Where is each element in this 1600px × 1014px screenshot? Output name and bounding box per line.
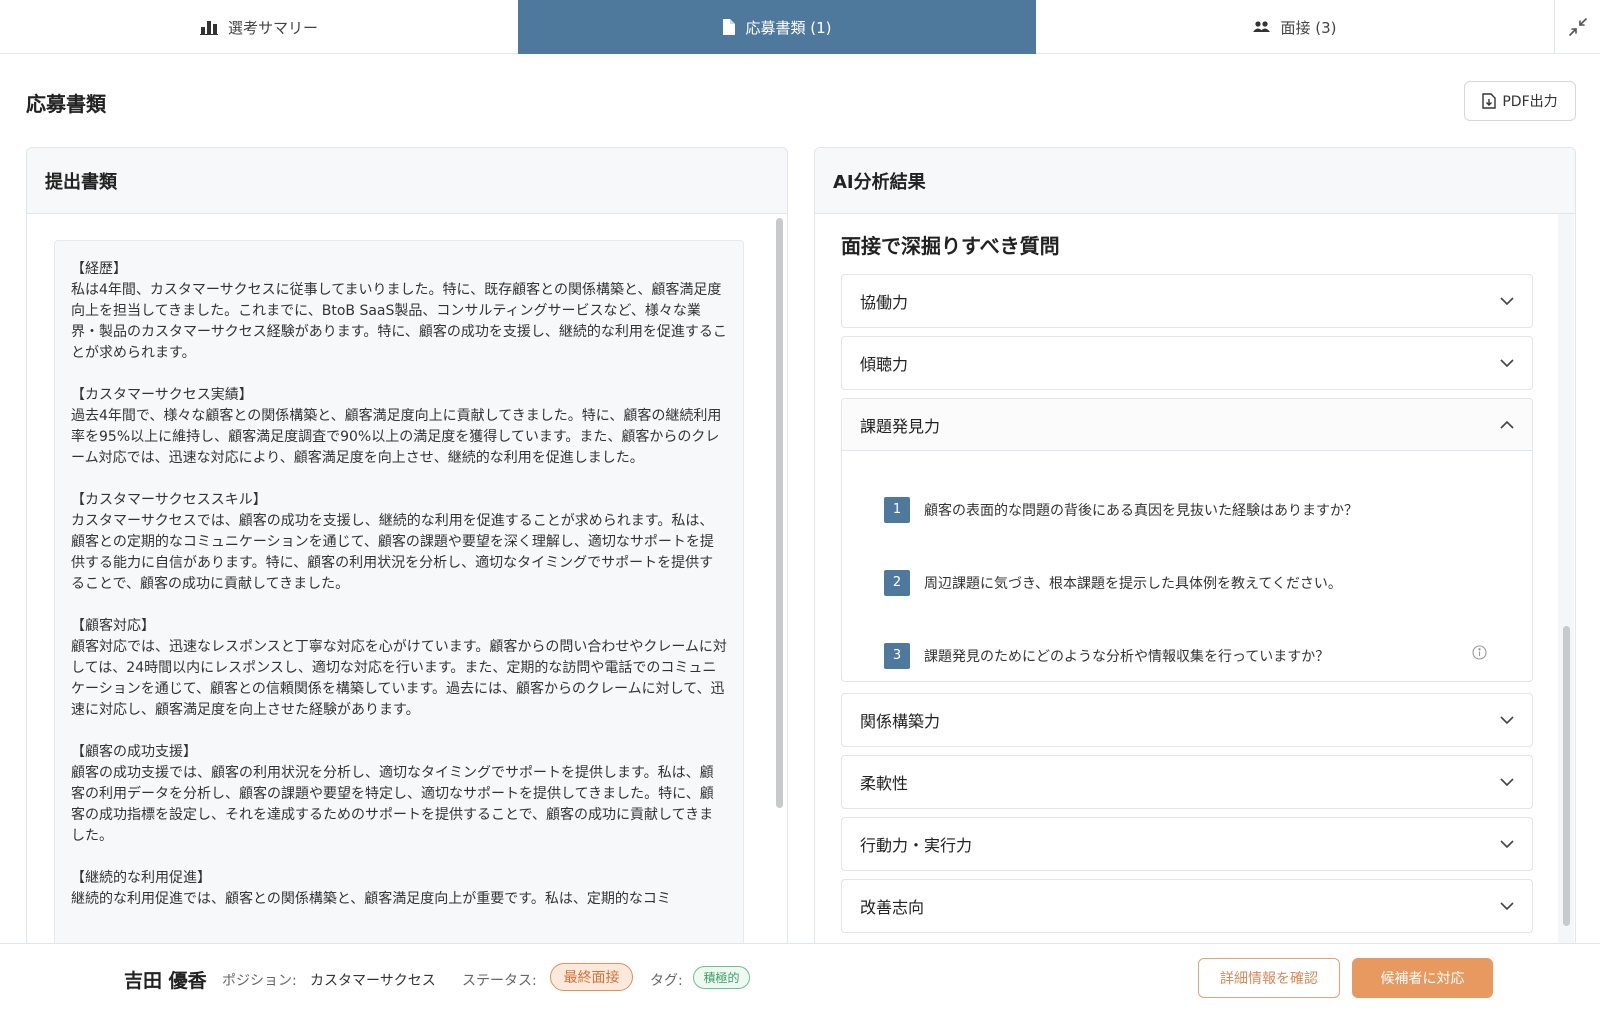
doc-section-title: 【経歴】 xyxy=(71,261,127,277)
question-item: 2 周辺課題に気づき、根本課題を提示した具体例を教えてください。 xyxy=(884,546,1532,619)
tag-label: タグ: xyxy=(650,973,683,989)
accordion-label: 関係構築力 xyxy=(860,712,941,731)
tab-label: 選考サマリー xyxy=(227,18,318,37)
accordion-header[interactable]: 関係構築力 xyxy=(842,694,1532,746)
question-number: 3 xyxy=(884,642,910,669)
accordion-label: 協働力 xyxy=(860,293,909,312)
doc-section-title: 【カスタマーサクセススキル】 xyxy=(71,492,267,508)
scrollbar-thumb[interactable] xyxy=(776,218,783,808)
accordion-header[interactable]: 改善志向 xyxy=(842,880,1532,932)
accordion-problem-finding: 課題発見力 1 顧客の表面的な問題の背後にある真因を見抜いた経験はありますか？ … xyxy=(841,398,1533,682)
question-item: 1 顧客の表面的な問題の背後にある真因を見抜いた経験はありますか？ xyxy=(884,473,1532,546)
respond-candidate-button[interactable]: 候補者に対応 xyxy=(1352,958,1493,998)
doc-section-body: 継続的な利用促進では、顧客との関係構築と、顧客満足度向上が重要です。私は、定期的… xyxy=(71,891,671,907)
accordion-action: 行動力・実行力 xyxy=(841,817,1533,871)
chevron-down-icon xyxy=(1500,840,1514,848)
ai-analysis-panel: AI分析結果 面接で深掘りすべき質問 協働力 傾聴力 課題発見力 1 顧客の表面… xyxy=(814,147,1576,947)
accordion-header[interactable]: 柔軟性 xyxy=(842,756,1532,808)
chevron-down-icon xyxy=(1500,297,1514,305)
doc-section-title: 【継続的な利用促進】 xyxy=(71,870,211,886)
accordion-improvement: 改善志向 xyxy=(841,879,1533,933)
collapse-button[interactable] xyxy=(1554,0,1600,53)
bar-chart-icon xyxy=(199,21,218,35)
view-details-button[interactable]: 詳細情報を確認 xyxy=(1198,958,1340,998)
doc-section-body: カスタマーサクセスでは、顧客の成功を支援し、継続的な利用を促進することが求められ… xyxy=(71,513,714,592)
accordion-flexibility: 柔軟性 xyxy=(841,755,1533,809)
accordion-collaboration: 協働力 xyxy=(841,274,1533,328)
chevron-down-icon xyxy=(1500,778,1514,786)
doc-section: 【カスタマーサクセススキル】 カスタマーサクセスでは、顧客の成功を支援し、継続的… xyxy=(71,490,727,595)
doc-section-title: 【顧客対応】 xyxy=(71,618,155,634)
section-subtitle: 面接で深掘りすべき質問 xyxy=(841,234,1060,258)
accordion-relationship-building: 関係構築力 xyxy=(841,693,1533,747)
question-text: 課題発見のためにどのような分析や情報収集を行っていますか？ xyxy=(924,648,1330,665)
question-text: 顧客の表面的な問題の背後にある真因を見抜いた経験はありますか？ xyxy=(924,502,1358,519)
accordion-header[interactable]: 行動力・実行力 xyxy=(842,818,1532,870)
accordion-label: 改善志向 xyxy=(860,898,925,917)
position-label: ポジション: xyxy=(222,973,297,989)
panel-title: AI分析結果 xyxy=(815,148,1575,214)
accordion-label: 行動力・実行力 xyxy=(860,836,973,855)
accordion-label: 柔軟性 xyxy=(860,774,909,793)
tab-application-documents[interactable]: 応募書類 (1) xyxy=(518,0,1036,54)
accordion-label: 傾聴力 xyxy=(860,355,909,374)
document-icon xyxy=(723,19,736,35)
question-number: 1 xyxy=(884,496,910,523)
file-download-icon xyxy=(1482,93,1497,109)
page-title: 応募書類 xyxy=(26,92,106,116)
question-item: 3 課題発見のためにどのような分析や情報収集を行っていますか？ xyxy=(884,619,1532,681)
scrollbar-thumb[interactable] xyxy=(1563,626,1570,926)
collapse-icon xyxy=(1568,17,1587,36)
tab-label: 面接 (3) xyxy=(1280,18,1337,37)
chevron-down-icon xyxy=(1500,359,1514,367)
submitted-documents-panel: 提出書類 【経歴】 私は4年間、カスタマーサクセスに従事してまいりました。特に、… xyxy=(26,147,788,947)
doc-section: 【経歴】 私は4年間、カスタマーサクセスに従事してまいりました。特に、既存顧客と… xyxy=(71,259,727,364)
document-content: 【経歴】 私は4年間、カスタマーサクセスに従事してまいりました。特に、既存顧客と… xyxy=(54,240,744,946)
pdf-export-button[interactable]: PDF出力 xyxy=(1464,81,1576,121)
doc-section: 【継続的な利用促進】 継続的な利用促進では、顧客との関係構築と、顧客満足度向上が… xyxy=(71,868,727,910)
candidate-name: 吉田 優香 xyxy=(124,970,207,992)
doc-section: 【顧客の成功支援】 顧客の成功支援では、顧客の利用状況を分析し、適切なタイミング… xyxy=(71,742,727,847)
accordion-label: 課題発見力 xyxy=(860,416,941,436)
pdf-export-label: PDF出力 xyxy=(1502,94,1558,110)
accordion-header[interactable]: 協働力 xyxy=(842,275,1532,327)
tab-selection-summary[interactable]: 選考サマリー xyxy=(0,0,518,54)
users-icon xyxy=(1253,21,1271,32)
tab-bar: 選考サマリー 応募書類 (1) 面接 (3) xyxy=(0,0,1600,54)
status-label: ステータス: xyxy=(462,973,537,989)
chevron-up-icon xyxy=(1500,420,1514,429)
status-badge: 最終面接 xyxy=(550,963,633,991)
doc-section-title: 【顧客の成功支援】 xyxy=(71,744,197,760)
doc-section-body: 顧客対応では、迅速なレスポンスと丁寧な対応を心がけています。顧客からの問い合わせ… xyxy=(71,639,727,718)
question-list: 1 顧客の表面的な問題の背後にある真因を見抜いた経験はありますか？ 2 周辺課題… xyxy=(842,451,1532,681)
accordion-header[interactable]: 課題発見力 xyxy=(842,399,1532,451)
tab-interviews[interactable]: 面接 (3) xyxy=(1036,0,1554,54)
chevron-down-icon xyxy=(1500,902,1514,910)
doc-section-body: 顧客の成功支援では、顧客の利用状況を分析し、適切なタイミングでサポートを提供しま… xyxy=(71,765,714,844)
accordion-header[interactable]: 傾聴力 xyxy=(842,337,1532,389)
chevron-down-icon xyxy=(1500,716,1514,724)
doc-section-title: 【カスタマーサクセス実績】 xyxy=(71,387,253,403)
tag-badge: 積極的 xyxy=(693,966,750,989)
panel-title: 提出書類 xyxy=(27,148,787,214)
candidate-footer: 吉田 優香 ポジション: カスタマーサクセス ステータス: 最終面接 タグ: 積… xyxy=(0,943,1600,1014)
doc-section-body: 私は4年間、カスタマーサクセスに従事してまいりました。特に、既存顧客との関係構築… xyxy=(71,282,727,361)
tab-label: 応募書類 (1) xyxy=(745,18,832,37)
doc-section: 【カスタマーサクセス実績】 過去4年間で、様々な顧客との関係構築と、顧客満足度向… xyxy=(71,385,727,469)
question-text: 周辺課題に気づき、根本課題を提示した具体例を教えてください。 xyxy=(924,575,1342,592)
position-value: カスタマーサクセス xyxy=(310,973,436,989)
doc-section-body: 過去4年間で、様々な顧客との関係構築と、顧客満足度向上に貢献してきました。特に、… xyxy=(71,408,722,466)
question-number: 2 xyxy=(884,569,910,596)
doc-section: 【顧客対応】 顧客対応では、迅速なレスポンスと丁寧な対応を心がけています。顧客か… xyxy=(71,616,727,721)
accordion-listening: 傾聴力 xyxy=(841,336,1533,390)
info-icon[interactable] xyxy=(1472,645,1487,660)
